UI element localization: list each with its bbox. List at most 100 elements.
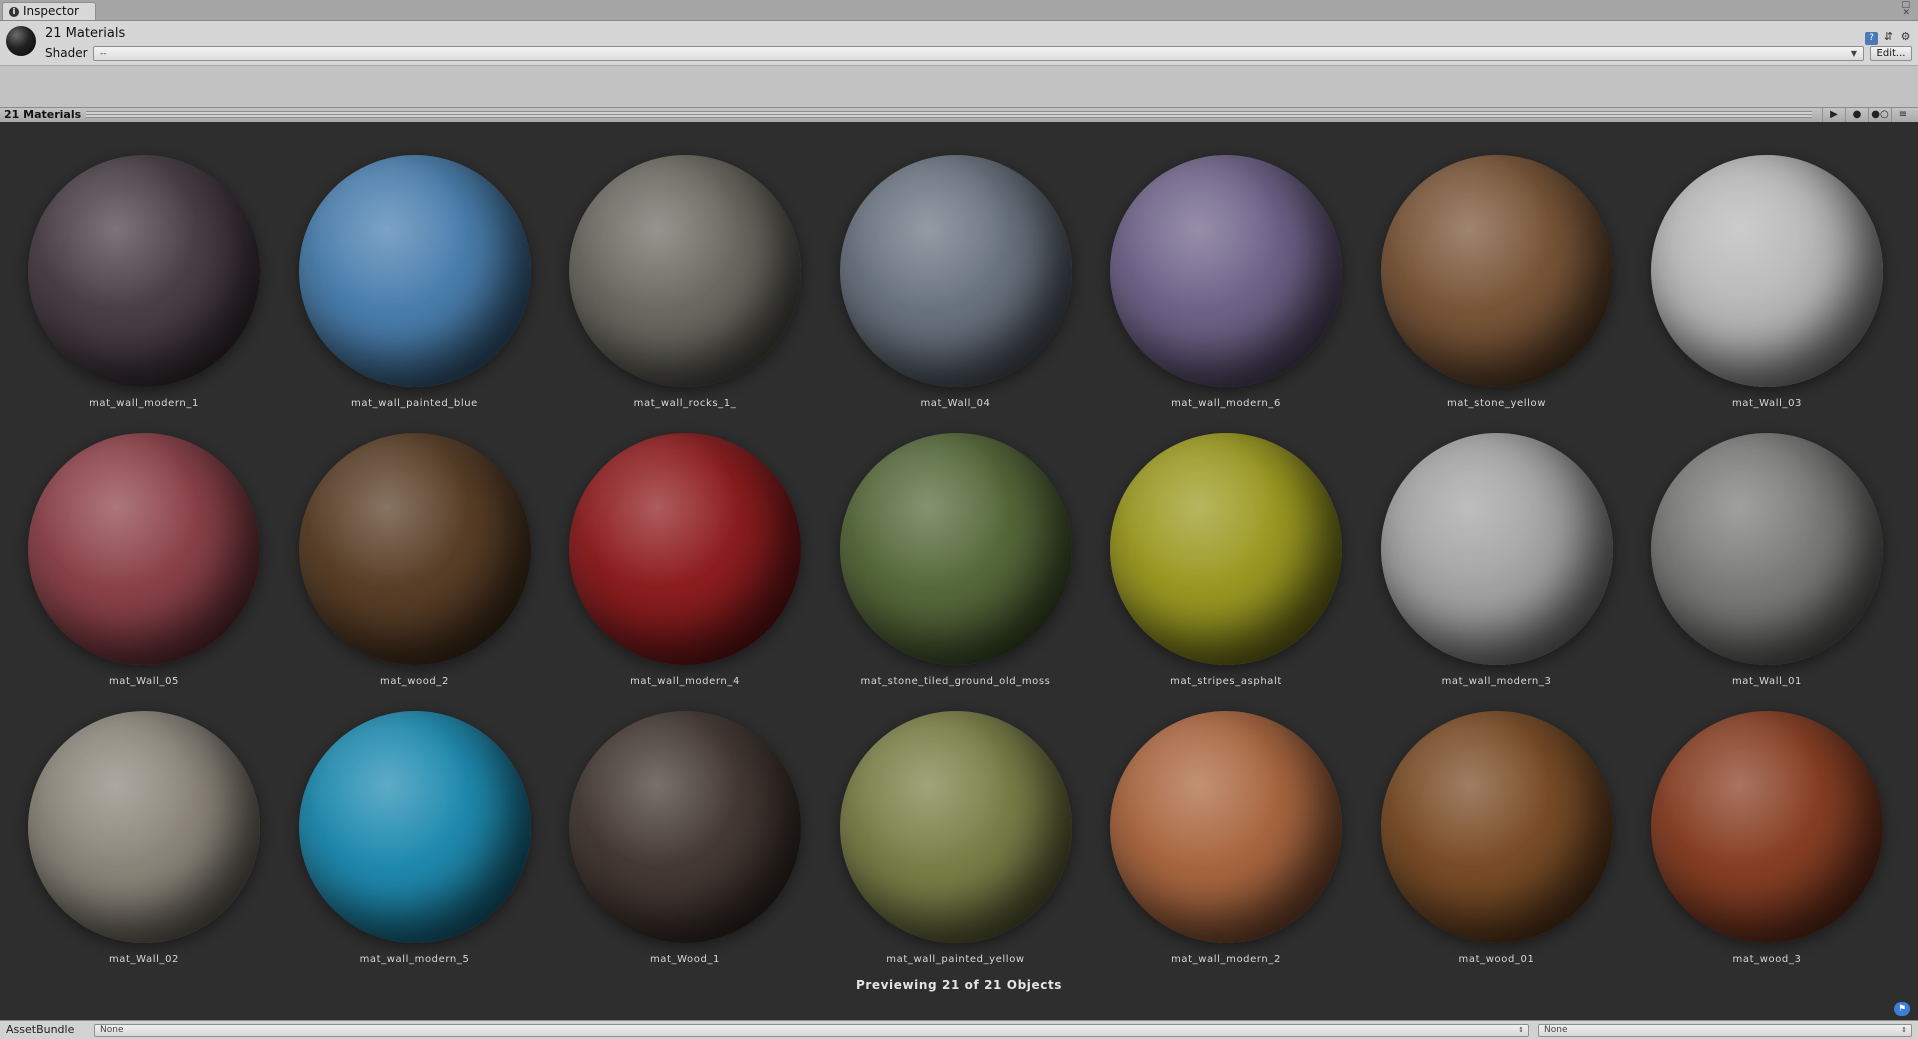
tag-icon[interactable]: ⚑ xyxy=(1894,1002,1910,1016)
sphere-icon[interactable]: ● xyxy=(1845,108,1868,122)
window-tab-strip: i Inspector □ ✕ xyxy=(0,0,1918,21)
tab-inspector[interactable]: i Inspector xyxy=(2,2,96,20)
material-sphere-preview xyxy=(1651,711,1883,943)
material-cell[interactable]: mat_wood_01 xyxy=(1366,704,1626,974)
material-cell[interactable]: mat_wood_3 xyxy=(1636,704,1896,974)
material-name-label: mat_wall_painted_yellow xyxy=(886,954,1025,965)
window-controls: □ ✕ xyxy=(1901,1,1910,18)
material-sphere-preview xyxy=(1110,711,1342,943)
material-cell[interactable]: mat_stripes_asphalt xyxy=(1095,426,1355,696)
material-name-label: mat_wood_3 xyxy=(1732,954,1802,965)
material-sphere-preview xyxy=(839,711,1072,943)
material-name-label: mat_wall_modern_4 xyxy=(630,676,740,687)
material-thumbnail xyxy=(6,26,36,56)
material-name-label: mat_Wood_1 xyxy=(649,954,721,965)
assetbundle-variant-value: None xyxy=(1544,1025,1568,1035)
chevron-updown-icon: ⇕ xyxy=(1901,1026,1907,1034)
material-cell[interactable]: mat_wall_modern_6 xyxy=(1095,148,1355,418)
material-cell[interactable]: mat_wall_modern_3 xyxy=(1366,426,1626,696)
gear-icon[interactable]: ⚙ xyxy=(1899,30,1912,43)
preview-toolbar: 21 Materials ▶ ● ●○ ≡ xyxy=(0,107,1918,123)
material-name-label: mat_Wall_02 xyxy=(108,954,180,965)
material-name-label: mat_wall_modern_3 xyxy=(1441,676,1552,687)
material-cell[interactable]: mat_wall_rocks_1_ xyxy=(554,148,814,418)
shader-dropdown[interactable]: -- ▼ xyxy=(93,46,1864,61)
material-cell[interactable]: mat_wall_modern_2 xyxy=(1095,704,1355,974)
assetbundle-footer: AssetBundle None ⇕ None ⇕ xyxy=(0,1020,1918,1039)
material-cell[interactable]: mat_Wall_01 xyxy=(1636,426,1896,696)
material-sphere-preview xyxy=(569,433,801,665)
material-sphere-preview xyxy=(839,433,1072,665)
material-sphere-preview xyxy=(1380,711,1613,943)
material-sphere-preview xyxy=(569,711,801,943)
material-sphere-preview xyxy=(1651,155,1883,387)
material-cell[interactable]: mat_wall_modern_1 xyxy=(13,148,273,418)
material-cell[interactable]: mat_wall_modern_5 xyxy=(284,704,544,974)
material-cell[interactable]: mat_wood_2 xyxy=(284,426,544,696)
material-name-label: mat_wood_01 xyxy=(1458,954,1535,965)
material-sphere-preview xyxy=(1651,433,1883,665)
play-icon[interactable]: ▶ xyxy=(1822,108,1845,122)
material-preview-area: mat_wall_modern_1 mat_wall_painted_blue ma… xyxy=(0,122,1918,1020)
material-grid: mat_wall_modern_1 mat_wall_painted_blue ma… xyxy=(0,122,1918,992)
material-name-label: mat_wall_modern_2 xyxy=(1171,954,1281,965)
info-icon: i xyxy=(9,7,19,17)
material-sphere-preview xyxy=(298,433,531,665)
material-sphere-preview xyxy=(1380,155,1613,387)
material-sphere-preview xyxy=(28,433,260,665)
material-sphere-preview xyxy=(298,155,531,387)
material-name-label: mat_wall_modern_1 xyxy=(89,398,199,409)
assetbundle-name-value: None xyxy=(100,1025,124,1035)
page-title: 21 Materials xyxy=(45,26,126,41)
material-name-label: mat_wood_2 xyxy=(380,676,449,687)
assetbundle-label: AssetBundle xyxy=(6,1023,75,1036)
chevron-down-icon: ▼ xyxy=(1850,49,1857,58)
material-sphere-preview xyxy=(569,155,801,387)
material-cell[interactable]: mat_Wood_1 xyxy=(554,704,814,974)
material-name-label: mat_Wall_05 xyxy=(108,676,180,687)
preset-sliders-icon[interactable]: ⇵ xyxy=(1882,30,1895,43)
material-sphere-preview xyxy=(1110,433,1342,665)
material-cell[interactable]: mat_Wall_05 xyxy=(13,426,273,696)
material-sphere-preview xyxy=(298,711,531,943)
preview-drag-handle[interactable] xyxy=(86,111,1812,118)
preview-buttons: ▶ ● ●○ ≡ xyxy=(1822,108,1914,122)
material-name-label: mat_Wall_03 xyxy=(1731,398,1803,409)
shader-value: -- xyxy=(100,49,107,59)
edit-shader-button[interactable]: Edit... xyxy=(1870,46,1912,61)
material-sphere-preview xyxy=(1380,433,1613,665)
shader-label: Shader xyxy=(45,46,88,60)
material-cell[interactable]: mat_stone_yellow xyxy=(1366,148,1626,418)
assetbundle-name-dropdown[interactable]: None ⇕ xyxy=(94,1024,1529,1037)
inspector-header: 21 Materials Shader -- ▼ Edit... ? ⇵ ⚙ xyxy=(0,21,1918,66)
close-icon[interactable]: ✕ xyxy=(1902,8,1910,18)
header-icons: ? ⇵ ⚙ xyxy=(1861,25,1912,45)
material-cell[interactable]: mat_stone_tiled_ground_old_moss xyxy=(825,426,1085,696)
chevron-updown-icon: ⇕ xyxy=(1518,1026,1524,1034)
material-name-label: mat_Wall_01 xyxy=(1731,676,1803,687)
material-name-label: mat_stone_tiled_ground_old_moss xyxy=(860,676,1051,687)
material-sphere-preview xyxy=(1110,155,1342,387)
menu-icon[interactable]: ≡ xyxy=(1891,108,1914,122)
material-name-label: mat_wall_modern_6 xyxy=(1171,398,1281,409)
material-sphere-preview xyxy=(28,711,260,943)
material-cell[interactable]: mat_wall_modern_4 xyxy=(554,426,814,696)
material-name-label: mat_wall_painted_blue xyxy=(351,398,478,409)
assetbundle-variant-dropdown[interactable]: None ⇕ xyxy=(1538,1024,1912,1037)
help-book-icon[interactable]: ? xyxy=(1865,32,1878,45)
material-name-label: mat_wall_rocks_1_ xyxy=(633,398,737,409)
material-cell[interactable]: mat_Wall_03 xyxy=(1636,148,1896,418)
material-cell[interactable]: mat_wall_painted_blue xyxy=(284,148,544,418)
material-name-label: mat_stone_yellow xyxy=(1446,398,1547,409)
preview-title: 21 Materials xyxy=(4,108,82,121)
tab-inspector-label: Inspector xyxy=(23,4,79,18)
material-sphere-preview xyxy=(28,155,260,387)
material-cell[interactable]: mat_wall_painted_yellow xyxy=(825,704,1085,974)
material-sphere-preview xyxy=(839,155,1072,387)
material-name-label: mat_wall_modern_5 xyxy=(359,954,470,965)
material-cell[interactable]: mat_Wall_02 xyxy=(13,704,273,974)
material-cell[interactable]: mat_Wall_04 xyxy=(825,148,1085,418)
lights-icon[interactable]: ●○ xyxy=(1868,108,1891,122)
preview-status: Previewing 21 of 21 Objects xyxy=(855,978,1063,992)
material-name-label: mat_stripes_asphalt xyxy=(1170,676,1282,687)
